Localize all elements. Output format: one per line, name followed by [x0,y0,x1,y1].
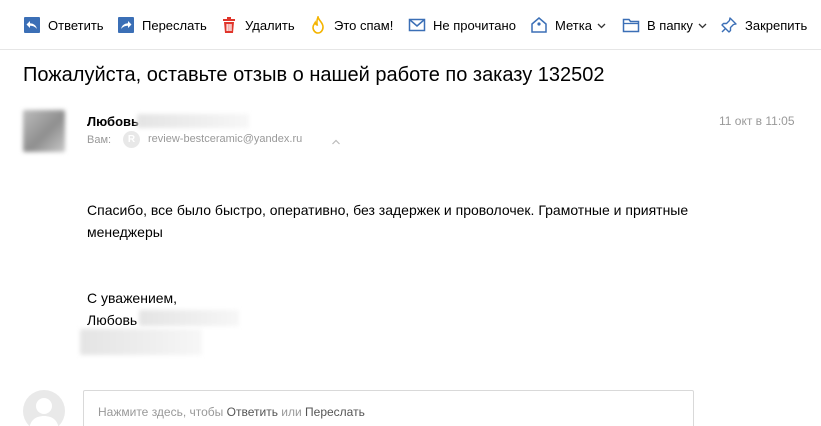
label-dropdown-label: Метка [555,17,592,33]
trash-icon [220,16,238,34]
sender-surname-redacted [137,114,249,128]
chevron-down-icon [698,21,707,30]
label-dropdown[interactable]: Метка [530,0,606,50]
message-subject: Пожалуйста, оставьте отзыв о нашей работ… [23,64,605,86]
delete-button[interactable]: Удалить [220,0,295,50]
chevron-up-icon[interactable] [331,134,341,145]
recipient-label: Вам: [87,134,112,146]
chevron-down-icon [597,21,606,30]
pin-icon [720,16,738,34]
forward-button[interactable]: Переслать [117,0,207,50]
quick-reply-box[interactable]: Нажмите здесь, чтобы Ответить или Пересл… [83,390,694,426]
message-toolbar: Ответить Переслать Удалить Это спам! Не … [0,0,821,50]
pin-label: Закрепить [745,17,808,33]
fire-icon [309,16,327,34]
user-avatar [23,390,65,426]
message-body: Спасибо, все было быстро, оперативно, бе… [87,202,689,240]
spam-button[interactable]: Это спам! [309,0,393,50]
recipient-avatar: R [123,131,140,148]
quick-reply-link[interactable]: Ответить [227,405,278,419]
unread-label: Не прочитано [433,17,516,33]
quick-reply-or: или [277,405,306,419]
signature-extra-redacted [80,329,202,355]
move-to-folder-dropdown[interactable]: В папку [622,0,707,50]
forward-icon [117,16,135,34]
quick-forward-link[interactable]: Переслать [305,405,365,419]
envelope-icon [408,16,426,34]
signature-surname-redacted [139,310,239,326]
signature-greeting: С уважением, [87,290,178,306]
sender-name[interactable]: Любовь [87,114,139,129]
folder-dropdown-label: В папку [647,17,693,33]
sender-avatar[interactable] [23,110,65,152]
tag-icon [530,16,548,34]
reply-icon [23,16,41,34]
forward-label: Переслать [142,17,207,33]
quick-reply-prompt: Нажмите здесь, чтобы Ответить или Пересл… [98,405,365,419]
folder-icon [622,16,640,34]
reply-button[interactable]: Ответить [23,0,104,50]
delete-label: Удалить [245,17,295,33]
reply-label: Ответить [48,17,104,33]
recipient-email[interactable]: review-bestceramic@yandex.ru [148,133,302,145]
pin-button[interactable]: Закрепить [720,0,807,50]
quick-reply-prefix: Нажмите здесь, чтобы [98,405,227,419]
spam-label: Это спам! [334,17,394,33]
mark-unread-button[interactable]: Не прочитано [408,0,516,50]
message-date: 11 окт в 11:05 [719,114,795,128]
signature-name: Любовь [87,312,138,328]
